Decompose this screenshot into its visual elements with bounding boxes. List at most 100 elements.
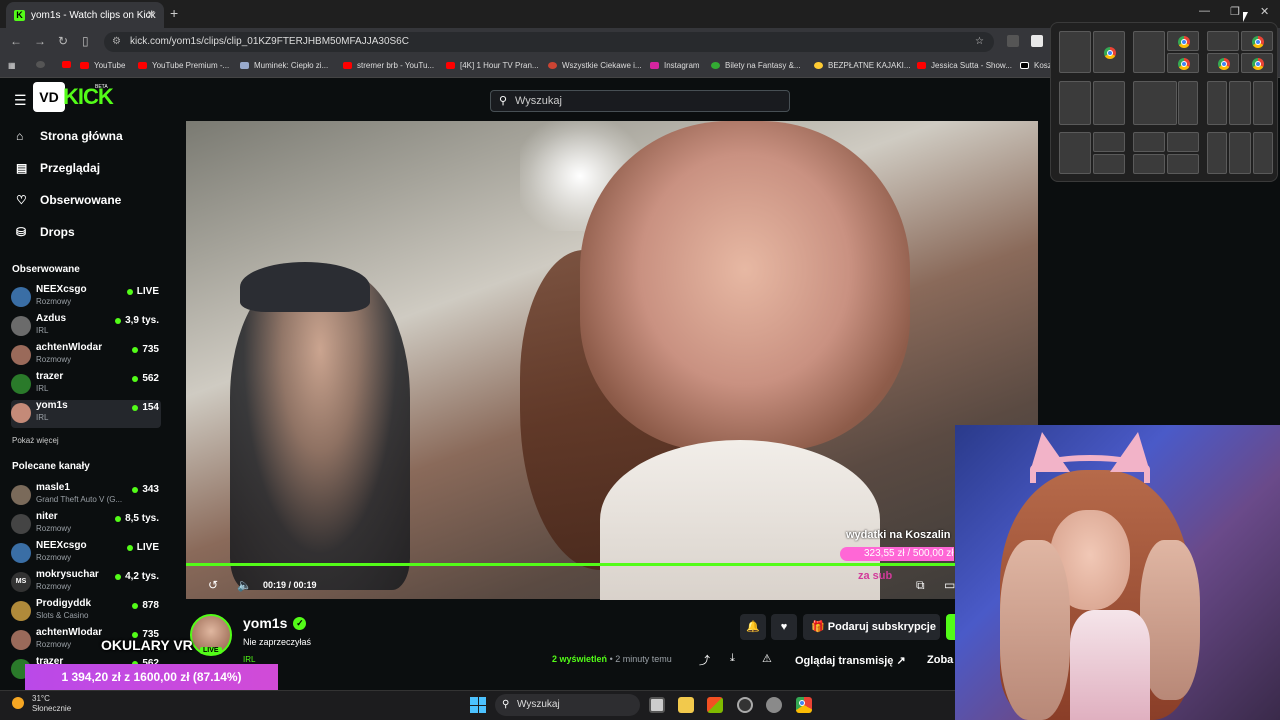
extension-icon[interactable] xyxy=(1007,35,1019,47)
report-icon[interactable]: ⚠ xyxy=(762,652,772,665)
channel-category: Rozmowy xyxy=(36,524,72,533)
taskbar-search[interactable]: ⚲ Wyszukaj xyxy=(495,694,640,716)
see-more-button[interactable]: Zoba xyxy=(927,654,953,666)
clip-category[interactable]: IRL xyxy=(243,655,255,664)
sidebar-channel[interactable]: Prodigyddk Slots & Casino 878 xyxy=(11,598,161,626)
forward-icon[interactable]: → xyxy=(34,34,46,48)
nav-drops[interactable]: ⛁ Drops xyxy=(16,225,75,239)
sidepanel-icon[interactable]: ▯ xyxy=(82,34,89,48)
kick-logo[interactable]: VD KICK BETA xyxy=(33,82,114,112)
snap-layout-zone[interactable] xyxy=(1253,132,1273,174)
snap-layout-zone[interactable] xyxy=(1178,81,1198,125)
snap-layout-zone[interactable] xyxy=(1167,31,1199,51)
bookmark-item[interactable]: Muminek: Ciepło zi... xyxy=(240,61,328,70)
share-icon[interactable]: ⤴ xyxy=(699,652,710,668)
menu-icon[interactable]: ☰ xyxy=(14,92,27,109)
video-progress-bar[interactable] xyxy=(186,563,1038,566)
bookmark-item[interactable]: stremer brb - YouTu... xyxy=(343,61,434,70)
sidebar-channel[interactable]: Azdus IRL 3,9 tys. xyxy=(11,313,161,341)
snap-layout-zone[interactable] xyxy=(1241,31,1273,51)
nav-browse[interactable]: ▤ Przeglądaj xyxy=(16,161,100,175)
bookmark-item[interactable]: Instagram xyxy=(650,61,700,70)
close-tab-icon[interactable]: ✕ xyxy=(147,8,156,21)
chrome-icon[interactable] xyxy=(796,697,812,713)
reload-icon[interactable]: ↻ xyxy=(58,34,68,48)
close-window-button[interactable]: ✕ xyxy=(1260,5,1269,18)
site-info-icon[interactable]: ⚙ xyxy=(112,32,121,52)
sidebar-channel[interactable]: masle1 Grand Theft Auto V (G... 343 xyxy=(11,482,161,510)
volume-icon[interactable]: 🔈 xyxy=(237,578,252,592)
snap-layout-zone[interactable] xyxy=(1093,31,1125,73)
notification-bell-button[interactable]: 🔔 xyxy=(740,614,766,640)
bookmark-item[interactable]: [4K] 1 Hour TV Pran... xyxy=(446,61,539,70)
snap-layout-zone[interactable] xyxy=(1059,132,1091,174)
search-input[interactable]: ⚲ Wyszukaj xyxy=(490,90,790,112)
snap-layout-zone[interactable] xyxy=(1133,132,1165,152)
settings-icon[interactable] xyxy=(766,697,782,713)
sidebar-channel[interactable]: achtenWlodar Rozmowy 735 xyxy=(11,342,161,370)
snap-layout-zone[interactable] xyxy=(1207,132,1227,174)
bookmark-star-icon[interactable]: ☆ xyxy=(975,32,984,52)
chrome-icon xyxy=(1104,47,1116,59)
windows-start-icon[interactable] xyxy=(470,697,486,713)
back-icon[interactable]: ← xyxy=(10,34,22,48)
snap-layout-zone[interactable] xyxy=(1241,53,1273,73)
address-bar[interactable]: ⚙ kick.com/yom1s/clips/clip_01KZ9FTERJHB… xyxy=(104,32,994,52)
bookmark-item[interactable]: Bilety na Fantasy &... xyxy=(711,61,801,70)
bookmark-item[interactable]: Jessica Sutta - Show... xyxy=(917,61,1012,70)
bookmark-icon[interactable] xyxy=(36,61,50,68)
sidebar-channel[interactable]: trazer IRL 562 xyxy=(11,371,161,399)
snap-layout-zone[interactable] xyxy=(1167,132,1199,152)
sidebar-channel[interactable]: niter Rozmowy 8,5 tys. xyxy=(11,511,161,539)
follow-heart-button[interactable]: ♥ xyxy=(771,614,797,640)
bookmark-item[interactable]: BEZPŁATNE KAJAKI... xyxy=(814,61,911,70)
sidebar-channel[interactable]: NEEXcsgo Rozmowy LIVE xyxy=(11,540,161,568)
nav-home[interactable]: ⌂ Strona główna xyxy=(16,129,123,143)
channel-name[interactable]: yom1s ✓ xyxy=(243,615,307,631)
extension-icon[interactable] xyxy=(1031,35,1043,47)
new-tab-button[interactable]: + xyxy=(170,5,178,21)
nav-following[interactable]: ♡ Obserwowane xyxy=(16,193,121,207)
store-icon[interactable] xyxy=(707,697,723,713)
task-view-icon[interactable] xyxy=(649,697,665,713)
sidebar-channel[interactable]: yom1s IRL 154 xyxy=(11,400,161,428)
snap-layout-zone[interactable] xyxy=(1093,132,1125,152)
apps-icon[interactable]: ▦ xyxy=(8,61,16,70)
gift-sub-button[interactable]: 🎁 Podaruj subskrypcje xyxy=(803,614,940,640)
bookmark-item[interactable]: Wszystkie Ciekawe i... xyxy=(548,61,642,70)
watch-stream-button[interactable]: Oglądaj transmisję ↗ xyxy=(795,654,906,667)
sidebar-channel[interactable]: MS mokrysuchar Rozmowy 4,2 tys. xyxy=(11,569,161,597)
snap-layout-zone[interactable] xyxy=(1253,81,1273,125)
bookmark-item[interactable]: YouTube Premium -... xyxy=(138,61,229,70)
snap-layout-zone[interactable] xyxy=(1167,53,1199,73)
minimize-button[interactable]: — xyxy=(1199,5,1210,17)
snap-layout-zone[interactable] xyxy=(1207,53,1239,73)
pip-icon[interactable]: ⧉ xyxy=(916,578,925,593)
replay-icon[interactable]: ↺ xyxy=(208,578,218,592)
bookmark-item[interactable]: Kosz xyxy=(1020,61,1052,70)
show-more-link[interactable]: Pokaż więcej xyxy=(12,436,59,445)
snap-layout-zone[interactable] xyxy=(1133,81,1177,125)
restore-button[interactable]: ❐ xyxy=(1230,5,1240,18)
snap-layout-zone[interactable] xyxy=(1093,154,1125,174)
snap-layout-zone[interactable] xyxy=(1133,154,1165,174)
theater-icon[interactable]: ▭ xyxy=(944,578,955,592)
weather-widget[interactable]: 31°C Słonecznie xyxy=(12,694,71,714)
browser-tab[interactable]: K yom1s - Watch clips on Kick ✕ xyxy=(6,2,164,28)
snap-layout-zone[interactable] xyxy=(1093,81,1125,125)
download-icon[interactable]: ⤓ xyxy=(730,652,735,665)
snap-layout-zone[interactable] xyxy=(1059,81,1091,125)
app-icon[interactable] xyxy=(737,697,753,713)
bookmark-item[interactable] xyxy=(62,61,76,68)
snap-layout-zone[interactable] xyxy=(1207,31,1239,51)
snap-layout-zone[interactable] xyxy=(1133,31,1165,73)
sidebar-channel[interactable]: NEEXcsgo Rozmowy LIVE xyxy=(11,284,161,312)
snap-layout-zone[interactable] xyxy=(1059,31,1091,73)
snap-layout-zone[interactable] xyxy=(1229,132,1251,174)
snap-layout-zone[interactable] xyxy=(1229,81,1251,125)
snap-layout-zone[interactable] xyxy=(1207,81,1227,125)
file-explorer-icon[interactable] xyxy=(678,697,694,713)
bookmark-item[interactable]: YouTube xyxy=(80,61,125,70)
snap-layout-zone[interactable] xyxy=(1167,154,1199,174)
chrome-icon xyxy=(1218,58,1230,70)
